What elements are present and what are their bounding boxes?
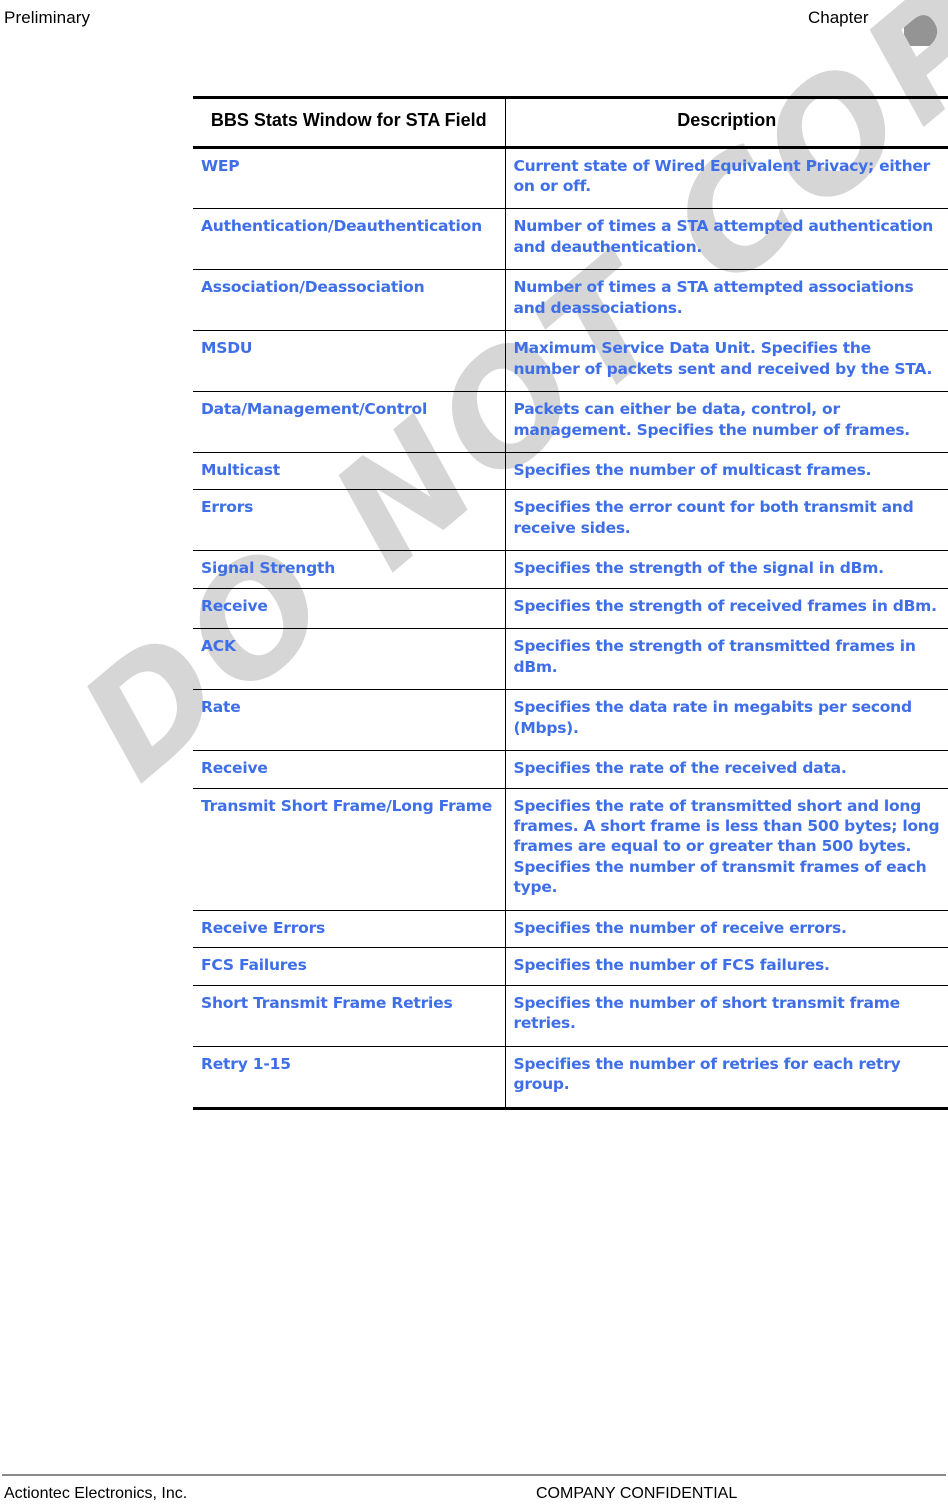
table-header-row: BBS Stats Window for STA Field Descripti… (193, 96, 948, 149)
row-field-name: Errors (193, 489, 506, 552)
row-field-name: Transmit Short Frame/Long Frame (193, 788, 506, 911)
table-row: Authentication/Deauthentication Number of… (193, 208, 948, 271)
row-field-description: Specifies the number of retries for each… (505, 1046, 948, 1110)
row-field-name: Authentication/Deauthentication (193, 208, 506, 271)
row-field-description: Maximum Service Data Unit. Specifies the… (505, 330, 948, 393)
table-row: FCS Failures Specifies the number of FCS … (193, 947, 948, 986)
footer-confidential-label: COMPANY CONFIDENTIAL (536, 1485, 738, 1502)
row-field-name: Receive Errors (193, 910, 506, 949)
row-field-description: Specifies the rate of the received data. (505, 750, 948, 789)
row-field-description: Specifies the strength of transmitted fr… (505, 628, 948, 691)
footer-company-label: Actiontec Electronics, Inc. (4, 1485, 188, 1502)
table-row: Transmit Short Frame/Long Frame Specifies… (193, 788, 948, 911)
row-field-name: Receive (193, 750, 506, 789)
row-field-name: MSDU (193, 330, 506, 393)
row-field-name: Short Transmit Frame Retries (193, 985, 506, 1047)
header-chapter-tab-marker (904, 8, 948, 46)
table-row: ACK Specifies the strength of transmitted… (193, 628, 948, 691)
row-field-name: Receive (193, 588, 506, 630)
row-field-description: Specifies the number of receive errors. (505, 910, 948, 949)
row-field-description: Specifies the number of short transmit f… (505, 985, 948, 1047)
column-header-field: BBS Stats Window for STA Field (193, 96, 506, 149)
table-body: WEP Current state of Wired Equivalent Pri… (193, 147, 948, 1110)
row-field-name: Signal Strength (193, 550, 506, 589)
row-field-description: Specifies the data rate in megabits per … (505, 689, 948, 752)
table-row: Receive Errors Specifies the number of re… (193, 910, 948, 949)
header-right-label: Chapter (808, 8, 869, 27)
row-field-description: Packets can either be data, control, or … (505, 391, 948, 454)
header-left-label: Preliminary (4, 8, 91, 27)
table-header: BBS Stats Window for STA Field Descripti… (193, 96, 948, 149)
table-row: Receive Specifies the rate of the receive… (193, 750, 948, 789)
row-field-name: ACK (193, 628, 506, 691)
row-field-name: FCS Failures (193, 947, 506, 986)
row-field-name: Retry 1-15 (193, 1046, 506, 1110)
table-row: Data/Management/Control Packets can eithe… (193, 391, 948, 454)
row-field-description: Current state of Wired Equivalent Privac… (505, 147, 948, 210)
row-field-description: Specifies the number of multicast frames… (505, 452, 948, 491)
bbs-stats-table-container: BBS Stats Window for STA Field Descripti… (193, 96, 948, 1110)
table-row: WEP Current state of Wired Equivalent Pri… (193, 147, 948, 210)
bbs-stats-table: BBS Stats Window for STA Field Descripti… (193, 96, 948, 1110)
row-field-name: Rate (193, 689, 506, 752)
table-row: Receive Specifies the strength of receive… (193, 588, 948, 630)
row-field-name: Data/Management/Control (193, 391, 506, 454)
table-row: Short Transmit Frame Retries Specifies th… (193, 985, 948, 1047)
row-field-name: Multicast (193, 452, 506, 491)
table-row: Retry 1-15 Specifies the number of retrie… (193, 1046, 948, 1110)
page-footer: Actiontec Electronics, Inc. COMPANY CONF… (0, 1474, 948, 1506)
row-field-description: Specifies the number of FCS failures. (505, 947, 948, 986)
row-field-description: Number of times a STA attempted authenti… (505, 208, 948, 271)
table-row: MSDU Maximum Service Data Unit. Specifies… (193, 330, 948, 393)
table-row: Multicast Specifies the number of multica… (193, 452, 948, 491)
footer-divider (2, 1474, 946, 1476)
row-field-description: Specifies the strength of received frame… (505, 588, 948, 630)
table-row: Association/Deassociation Number of times… (193, 269, 948, 332)
row-field-description: Specifies the rate of transmitted short … (505, 788, 948, 911)
column-header-description: Description (505, 96, 948, 149)
table-row: Signal Strength Specifies the strength of… (193, 550, 948, 589)
row-field-description: Specifies the strength of the signal in … (505, 550, 948, 589)
row-field-description: Specifies the error count for both trans… (505, 489, 948, 552)
row-field-name: WEP (193, 147, 506, 210)
table-row: Rate Specifies the data rate in megabits … (193, 689, 948, 752)
table-row: Errors Specifies the error count for both… (193, 489, 948, 552)
row-field-name: Association/Deassociation (193, 269, 506, 332)
row-field-description: Number of times a STA attempted associat… (505, 269, 948, 332)
page-header: Preliminary Chapter (0, 8, 948, 46)
